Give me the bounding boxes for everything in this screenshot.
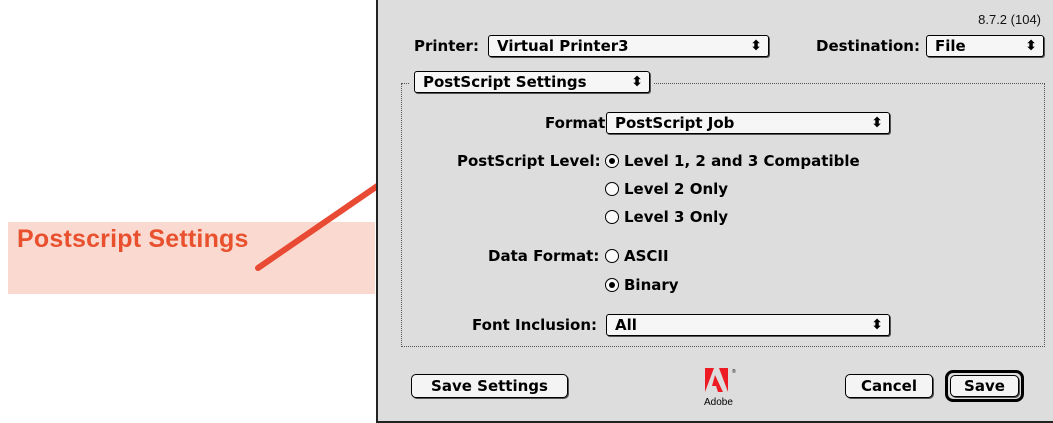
- printer-value: Virtual Printer3: [497, 37, 629, 55]
- destination-value: File: [935, 37, 966, 55]
- cancel-button[interactable]: Cancel: [845, 374, 933, 398]
- radio-selected-icon: [605, 278, 619, 292]
- svg-text:®: ®: [732, 368, 736, 375]
- radio-unselected-icon: [605, 249, 619, 263]
- popup-arrows-icon: ⬍: [631, 74, 643, 90]
- radio-label: Level 2 Only: [624, 180, 729, 198]
- radio-label: Level 1, 2 and 3 Compatible: [624, 152, 860, 170]
- font-inclusion-label: Font Inclusion:: [472, 316, 598, 334]
- radio-label: Level 3 Only: [624, 208, 729, 226]
- callout-text: Postscript Settings: [17, 225, 249, 253]
- radio-label: Binary: [624, 276, 679, 294]
- panel-popup[interactable]: PostScript Settings ⬍: [414, 71, 650, 93]
- version-label: 8.7.2 (104): [978, 12, 1041, 27]
- format-label: Format:: [545, 114, 612, 132]
- popup-arrows-icon: ⬍: [1025, 38, 1037, 54]
- popup-arrows-icon: ⬍: [750, 38, 762, 54]
- popup-arrows-icon: ⬍: [871, 115, 883, 131]
- data-format-label: Data Format:: [488, 247, 600, 265]
- save-settings-button[interactable]: Save Settings: [411, 374, 568, 398]
- destination-popup[interactable]: File ⬍: [926, 35, 1044, 57]
- save-button[interactable]: Save: [950, 375, 1019, 397]
- popup-arrows-icon: ⬍: [871, 317, 883, 333]
- radio-selected-icon: [605, 154, 619, 168]
- format-value: PostScript Job: [615, 114, 735, 132]
- postscript-level-label: PostScript Level:: [457, 152, 601, 170]
- panel-value: PostScript Settings: [423, 73, 587, 91]
- printer-label: Printer:: [414, 37, 479, 55]
- printer-popup[interactable]: Virtual Printer3 ⬍: [488, 35, 769, 57]
- radio-unselected-icon: [605, 182, 619, 196]
- format-popup[interactable]: PostScript Job ⬍: [606, 112, 890, 134]
- radio-unselected-icon: [605, 210, 619, 224]
- radio-label: ASCII: [624, 247, 669, 265]
- adobe-logo: ® Adobe: [704, 368, 736, 408]
- destination-label: Destination:: [816, 37, 920, 55]
- callout-box: Postscript Settings: [8, 222, 375, 294]
- font-inclusion-value: All: [615, 316, 637, 334]
- adobe-logo-text: Adobe: [704, 397, 733, 408]
- font-inclusion-popup[interactable]: All ⬍: [606, 314, 890, 336]
